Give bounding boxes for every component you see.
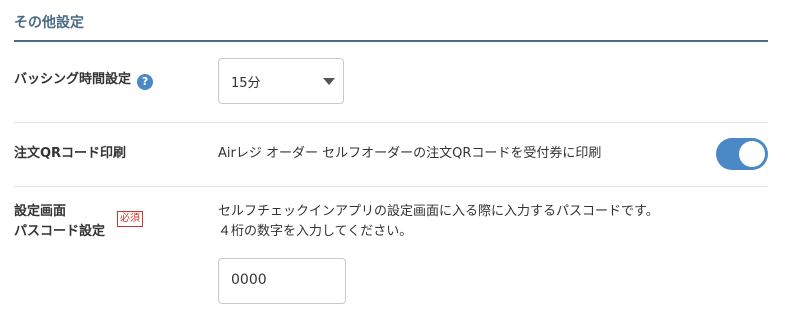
section-title: その他設定 — [14, 15, 84, 31]
chevron-down-icon — [323, 78, 335, 85]
qr-print-label: 注文QRコード印刷 — [14, 146, 127, 161]
qr-print-description: Airレジ オーダー セルフオーダーの注文QRコードを受付券に印刷 — [218, 146, 602, 161]
bussing-time-value: 15分 — [231, 76, 261, 91]
passcode-description-line1: セルフチェックインアプリの設定画面に入る際に入力するパスコードです。 — [218, 204, 659, 219]
bussing-label: バッシング時間設定? — [14, 70, 154, 90]
passcode-input[interactable]: 0000 — [218, 258, 346, 304]
bussing-label-text: バッシング時間設定 — [14, 72, 132, 87]
row-divider — [14, 186, 768, 187]
passcode-label: 設定画面 パスコード設定 — [14, 202, 105, 242]
passcode-input-value: 0000 — [231, 272, 267, 288]
passcode-description-line2: ４桁の数字を入力してください。 — [218, 224, 413, 239]
passcode-label-line2: パスコード設定 — [14, 224, 106, 239]
row-divider — [14, 122, 768, 123]
bussing-time-select[interactable]: 15分 — [218, 58, 344, 104]
passcode-label-line1: 設定画面 — [14, 204, 67, 219]
required-badge: 必須 — [117, 211, 143, 227]
help-icon[interactable]: ? — [137, 74, 154, 90]
section-divider — [14, 40, 768, 42]
toggle-knob — [739, 141, 765, 167]
qr-print-toggle[interactable] — [716, 138, 768, 170]
